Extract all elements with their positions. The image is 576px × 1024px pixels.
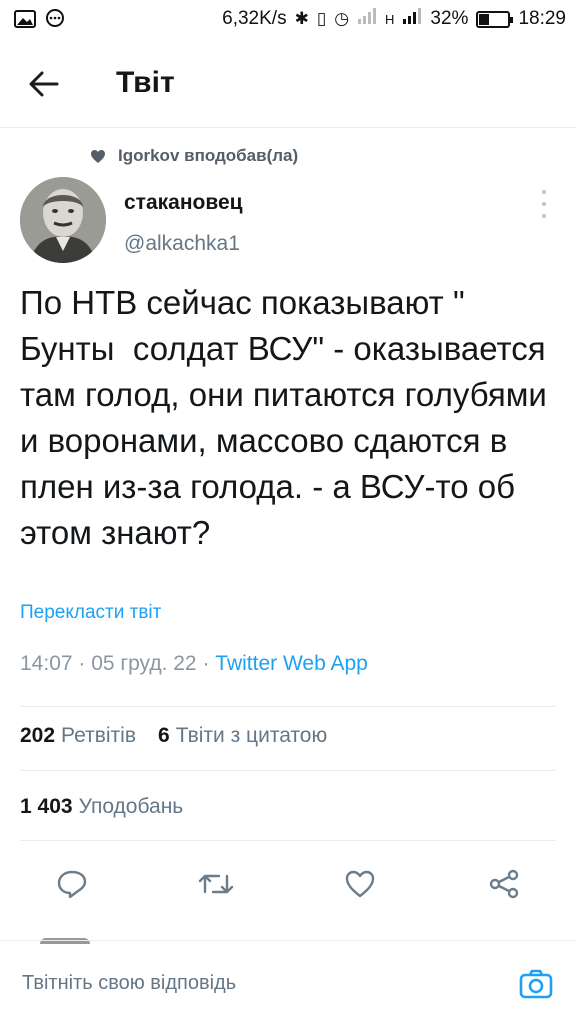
back-button[interactable] <box>24 64 64 104</box>
divider <box>20 840 556 841</box>
heart-icon <box>91 149 105 163</box>
share-icon <box>489 869 519 899</box>
tweet-meta: 14:07 · 05 груд. 22 · Twitter Web App <box>20 652 368 676</box>
tweet-date: 05 груд. 22 <box>91 652 197 675</box>
author-name[interactable]: стакановец <box>124 191 243 215</box>
social-context-text[interactable]: Igorkov вподобав(ла) <box>118 146 298 166</box>
tweet-source-link[interactable]: Twitter Web App <box>215 652 368 675</box>
battery-fill <box>479 13 490 25</box>
camera-button[interactable] <box>516 964 556 1004</box>
bluetooth-icon: ✱ <box>294 9 309 28</box>
reply-composer-bar: Твітніть свою відповідь <box>0 944 576 1024</box>
quotes-label: Твіти з цитатою <box>175 724 328 747</box>
status-bar: 6,32K/s ✱ ▯ ◷ H 32% 18:29 <box>0 0 576 40</box>
likes-label: Уподобань <box>78 795 184 818</box>
battery-percent: 32% <box>430 8 469 29</box>
retweet-icon <box>198 874 234 894</box>
retweets-stat[interactable]: 202 Ретвітів <box>20 724 136 748</box>
avatar[interactable] <box>20 177 106 263</box>
signal-label: H <box>385 11 395 27</box>
alarm-icon: ◷ <box>334 9 350 28</box>
engagement-stats: 202 Ретвітів 6 Твіти з цитатою <box>20 724 327 748</box>
social-context: Igorkov вподобав(ла) <box>90 146 298 166</box>
more-options-button[interactable] <box>536 190 552 218</box>
likes-stat[interactable]: 1 403 Уподобань <box>20 795 183 819</box>
avatar-image <box>20 177 106 263</box>
translate-tweet-link[interactable]: Перекласти твіт <box>20 602 161 624</box>
image-icon <box>14 10 36 34</box>
likes-stats: 1 403 Уподобань <box>20 795 183 819</box>
divider <box>20 770 556 771</box>
arrow-left-icon <box>29 71 59 97</box>
signal-icon-2 <box>402 8 422 30</box>
like-icon <box>345 870 375 898</box>
signal-icon <box>357 8 377 30</box>
more-dot <box>542 214 546 218</box>
more-dot <box>542 202 546 206</box>
top-app-bar: Твіт <box>0 40 576 128</box>
reply-input[interactable]: Твітніть свою відповідь <box>22 972 236 995</box>
tweet-action-bar <box>0 858 576 906</box>
divider <box>20 706 556 707</box>
author-handle[interactable]: @alkachka1 <box>124 232 240 256</box>
page-title: Твіт <box>116 66 175 99</box>
quotes-count: 6 <box>158 724 170 747</box>
share-button[interactable] <box>484 864 524 904</box>
battery-icon <box>476 10 514 28</box>
quotes-stat[interactable]: 6 Твіти з цитатою <box>158 724 327 748</box>
meta-separator: · <box>78 652 92 675</box>
camera-icon <box>519 969 553 999</box>
tweet-time: 14:07 <box>20 652 73 675</box>
net-speed: 6,32K/s <box>222 8 287 29</box>
tweet-text: По НТВ сейчас показывают " Бунты солдат … <box>20 284 557 551</box>
like-button[interactable] <box>340 864 380 904</box>
likes-count: 1 403 <box>20 795 73 818</box>
meta-separator: · <box>202 652 216 675</box>
retweet-button[interactable] <box>196 864 236 904</box>
reply-icon <box>57 870 87 899</box>
status-time: 18:29 <box>518 8 566 29</box>
retweets-label: Ретвітів <box>61 724 136 747</box>
chat-bubble-icon <box>44 9 66 35</box>
retweets-count: 202 <box>20 724 56 747</box>
divider <box>0 940 576 941</box>
vibrate-icon: ▯ <box>316 9 327 28</box>
more-dot <box>542 190 546 194</box>
reply-button[interactable] <box>52 864 92 904</box>
